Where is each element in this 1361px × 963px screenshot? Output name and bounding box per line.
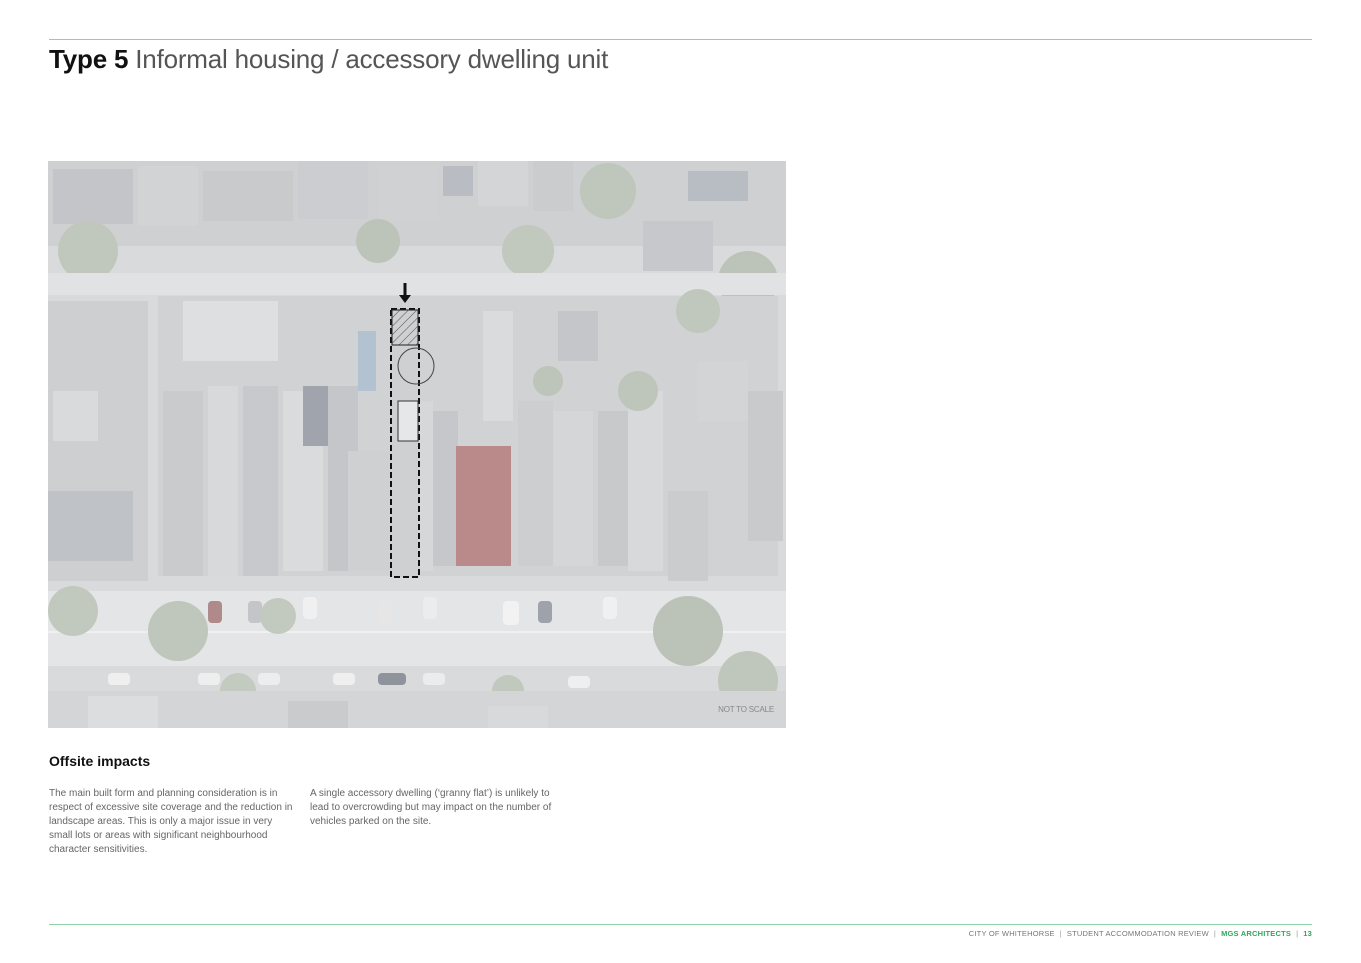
type-label: Type 5 bbox=[49, 44, 129, 74]
footer-client: CITY OF WHITEHORSE bbox=[968, 929, 1055, 938]
header-rule bbox=[49, 39, 1312, 40]
title-text: Informal housing / accessory dwelling un… bbox=[135, 44, 609, 74]
aerial-site-image: NOT TO SCALE bbox=[48, 161, 786, 728]
page-footer: CITY OF WHITEHORSE | STUDENT ACCOMMODATION… bbox=[969, 929, 1312, 938]
page-number: 13 bbox=[1303, 929, 1312, 938]
page-title: Type 5 Informal housing / accessory dwel… bbox=[49, 44, 608, 75]
footer-report: STUDENT ACCOMMODATION REVIEW bbox=[1066, 929, 1209, 938]
footer-rule bbox=[49, 924, 1312, 925]
body-text-left: The main built form and planning conside… bbox=[49, 788, 293, 855]
body-text-right: A single accessory dwelling (‘granny fla… bbox=[310, 788, 552, 827]
section-heading: Offsite impacts bbox=[49, 753, 151, 769]
footer-separator: | bbox=[1059, 929, 1062, 938]
footer-separator: | bbox=[1296, 929, 1299, 938]
footer-separator: | bbox=[1213, 929, 1217, 938]
footer-firm: MGS ARCHITECTS bbox=[1221, 929, 1292, 938]
aerial-photo-illustration bbox=[48, 161, 786, 728]
scale-note: NOT TO SCALE bbox=[718, 705, 774, 714]
